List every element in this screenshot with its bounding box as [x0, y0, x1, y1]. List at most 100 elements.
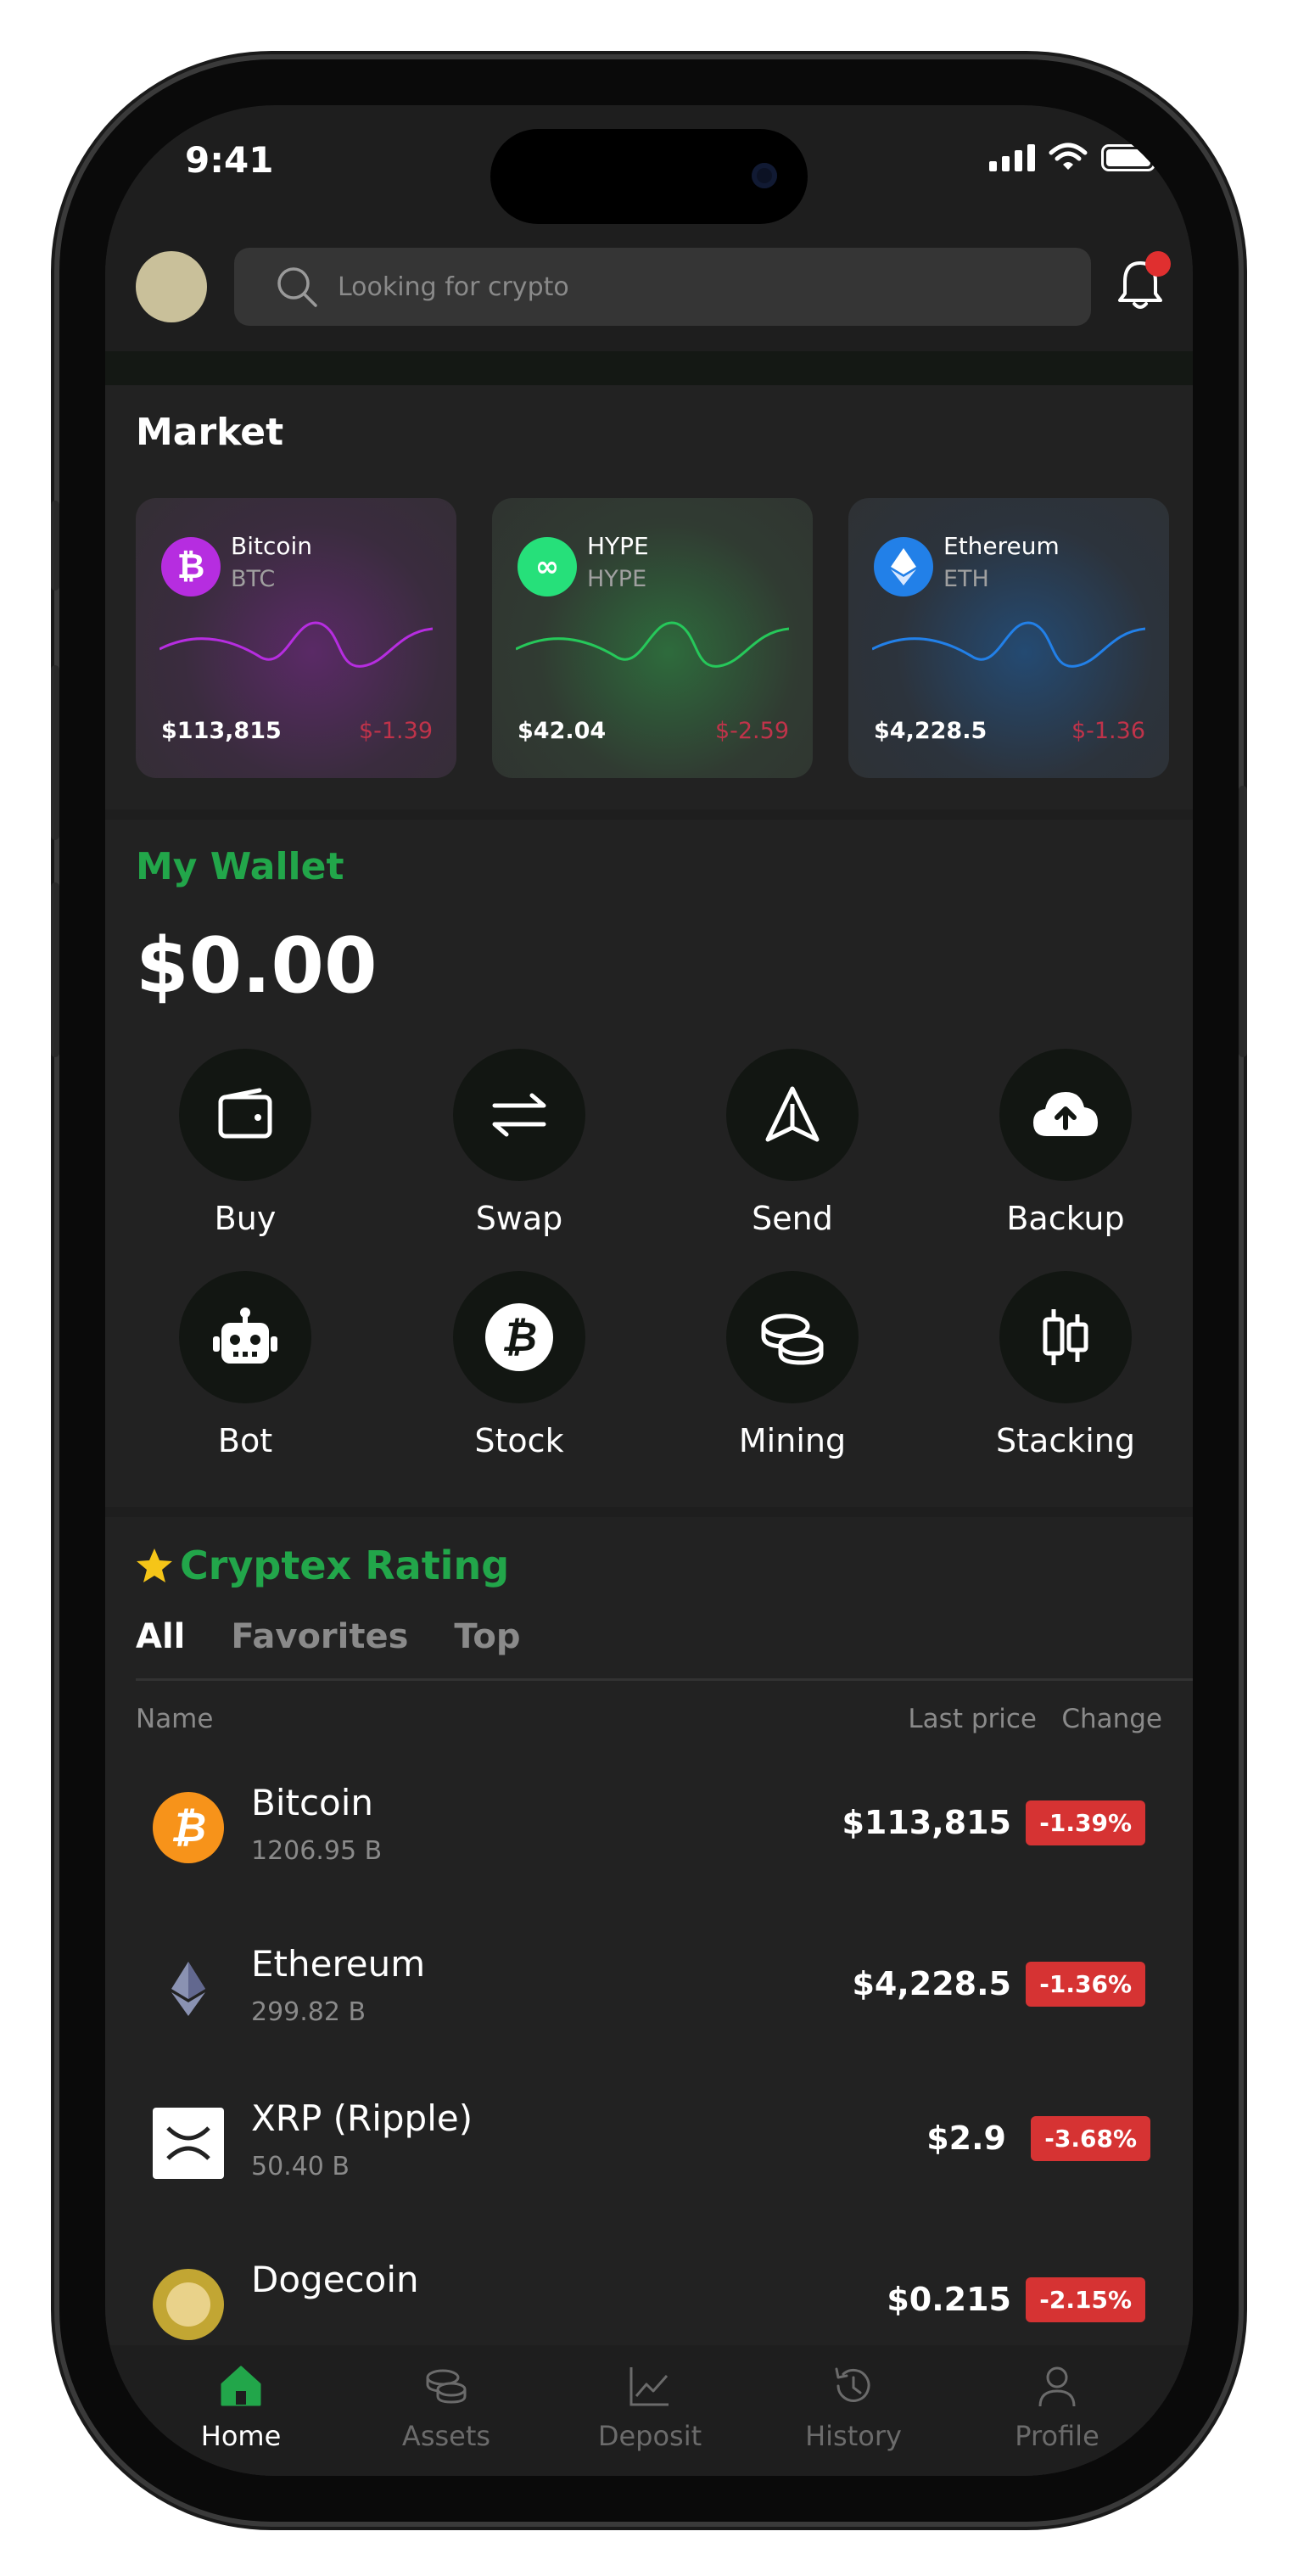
action-label: Bot — [217, 1422, 273, 1459]
column-change: Change — [1061, 1704, 1162, 1734]
action-backup[interactable]: Backup — [947, 1049, 1184, 1237]
action-label: Stacking — [996, 1422, 1135, 1459]
notification-badge — [1145, 251, 1171, 277]
sparkline — [159, 621, 433, 668]
xrp-icon — [153, 2108, 224, 2179]
rating-section: Cryptex Rating All Favorites Top Name La… — [105, 1517, 1193, 2366]
action-buy[interactable]: Buy — [126, 1049, 364, 1237]
card-name: Bitcoin — [231, 532, 313, 560]
rating-tabs: All Favorites Top — [136, 1617, 521, 1656]
action-stock[interactable]: ₿ Stock — [400, 1271, 638, 1459]
sparkline — [516, 621, 789, 668]
action-label: Send — [752, 1200, 833, 1237]
status-bar: 9:41 — [105, 105, 1193, 232]
tab-all[interactable]: All — [136, 1617, 185, 1656]
sparkline — [872, 621, 1145, 668]
action-label: Buy — [214, 1200, 277, 1237]
side-button-volume-up — [51, 665, 59, 840]
nav-assets[interactable]: Assets — [361, 2362, 531, 2452]
home-icon — [221, 2366, 261, 2406]
nav-label: Home — [200, 2420, 282, 2452]
wallet-title: My Wallet — [136, 845, 344, 888]
wallet-balance: $0.00 — [136, 921, 378, 1011]
action-label: Stock — [474, 1422, 564, 1459]
avatar[interactable] — [136, 251, 207, 322]
action-stacking[interactable]: Stacking — [947, 1271, 1184, 1459]
coin-name: XRP (Ripple) — [251, 2097, 473, 2139]
search-input[interactable] — [336, 271, 933, 303]
table-row[interactable]: ₿ Bitcoin 1206.95 B $113,815 -1.39% — [105, 1763, 1193, 1899]
tab-favorites[interactable]: Favorites — [231, 1617, 408, 1656]
action-swap[interactable]: Swap — [400, 1049, 638, 1237]
nav-label: History — [805, 2420, 902, 2452]
cloud-upload-icon — [1033, 1092, 1098, 1136]
card-symbol: BTC — [231, 566, 276, 592]
market-card-hype[interactable]: ∞ HYPE HYPE $42.04 $-2.59 — [492, 498, 813, 778]
market-card-ethereum[interactable]: Ethereum ETH $4,228.5 $-1.36 — [848, 498, 1169, 778]
card-price: $4,228.5 — [874, 718, 987, 744]
dogecoin-icon — [153, 2269, 224, 2340]
table-row[interactable]: XRP (Ripple) 50.40 B $2.9 -3.68% — [105, 2079, 1193, 2215]
nav-history[interactable]: History — [769, 2362, 938, 2452]
nav-home[interactable]: Home — [156, 2362, 326, 2452]
coin-cap: 50.40 B — [251, 2152, 350, 2181]
rating-header: Cryptex Rating — [136, 1543, 509, 1588]
action-label: Mining — [738, 1422, 847, 1459]
coin-price: $113,815 — [842, 1804, 1011, 1841]
wallet-section: My Wallet $0.00 Buy Swap Send Backup Bot… — [105, 820, 1193, 1507]
nav-deposit[interactable]: Deposit — [565, 2362, 735, 2452]
side-button-action — [51, 501, 59, 591]
column-name: Name — [136, 1704, 214, 1734]
card-change: $-2.59 — [714, 718, 789, 744]
action-send[interactable]: Send — [674, 1049, 911, 1237]
chart-icon — [629, 2367, 669, 2406]
action-bot[interactable]: Bot — [126, 1271, 364, 1459]
market-section: Market ₿ Bitcoin BTC $113,815 $-1.39 ∞ H… — [105, 385, 1193, 809]
side-button-volume-down — [51, 882, 59, 1057]
nav-label: Profile — [1015, 2420, 1099, 2452]
battery-icon — [1101, 144, 1161, 171]
coin-name: Dogecoin — [251, 2259, 419, 2300]
coins-icon — [426, 2369, 467, 2404]
coin-name: Ethereum — [251, 1943, 426, 1985]
nav-profile[interactable]: Profile — [972, 2362, 1142, 2452]
bitcoin-icon: ₿ — [485, 1303, 553, 1371]
coin-name: Bitcoin — [251, 1782, 374, 1823]
swap-icon — [492, 1093, 546, 1137]
hype-icon: ∞ — [518, 537, 577, 596]
coin-cap: 1206.95 B — [251, 1836, 383, 1866]
change-badge: -1.39% — [1026, 1800, 1145, 1845]
card-price: $42.04 — [518, 718, 607, 744]
robot-icon — [213, 1308, 277, 1364]
camera-icon — [752, 163, 777, 188]
send-icon — [765, 1086, 820, 1142]
rating-title: Cryptex Rating — [180, 1543, 510, 1588]
screen: 9:41 Looking for crypto Market ₿ Bitcoin… — [105, 105, 1193, 2476]
bitcoin-icon: ₿ — [161, 537, 221, 596]
tabs-divider — [136, 1678, 1193, 1681]
card-change: $-1.39 — [358, 718, 433, 744]
card-symbol: HYPE — [587, 566, 647, 592]
status-icons — [989, 141, 1161, 171]
tab-top[interactable]: Top — [454, 1617, 520, 1656]
ethereum-icon — [874, 537, 933, 596]
change-badge: -3.68% — [1031, 2116, 1150, 2161]
market-card-bitcoin[interactable]: ₿ Bitcoin BTC $113,815 $-1.39 — [136, 498, 456, 778]
search-bar[interactable] — [234, 248, 1091, 326]
market-title: Market — [136, 411, 284, 454]
bottom-nav: Home Assets Deposit History Profile — [105, 2345, 1193, 2476]
candlestick-icon — [1043, 1309, 1088, 1365]
change-badge: -1.36% — [1026, 1962, 1145, 2007]
status-time: 9:41 — [185, 139, 274, 181]
signal-icon — [989, 141, 1035, 171]
coin-price: $4,228.5 — [852, 1965, 1011, 2002]
table-row[interactable]: Ethereum 299.82 B $4,228.5 -1.36% — [105, 1924, 1193, 2060]
action-label: Backup — [1006, 1200, 1125, 1237]
wifi-icon — [1049, 143, 1088, 170]
action-mining[interactable]: Mining — [674, 1271, 911, 1459]
coin-price: $2.9 — [926, 2120, 1006, 2157]
nav-label: Assets — [401, 2420, 491, 2452]
ethereum-icon — [153, 1953, 224, 2024]
history-icon — [835, 2367, 870, 2402]
coins-icon — [761, 1313, 824, 1365]
